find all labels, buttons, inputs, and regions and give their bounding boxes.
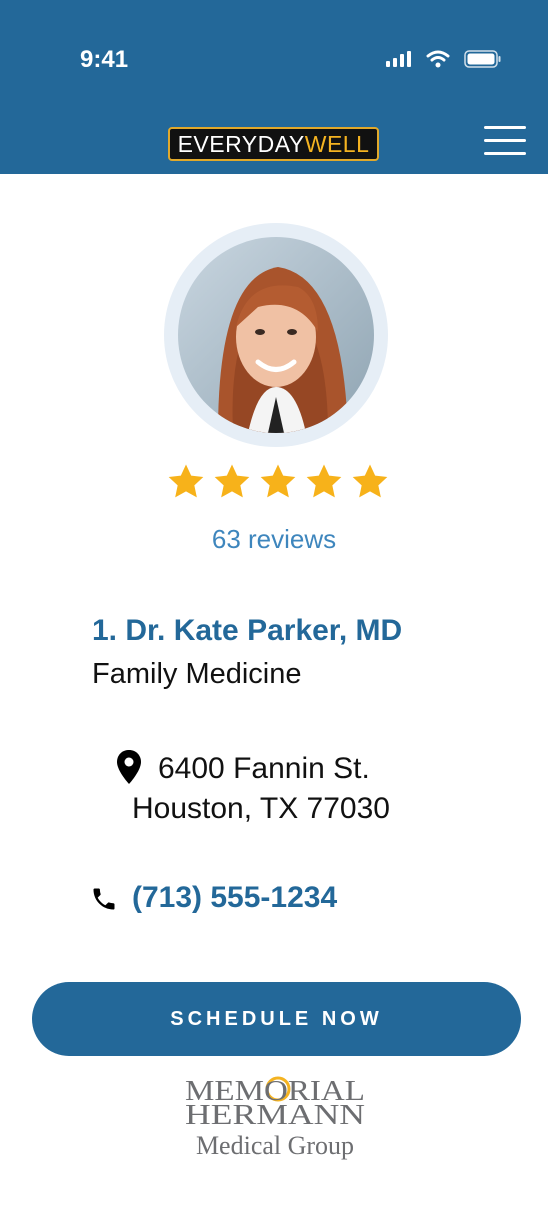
schedule-now-button[interactable]: SCHEDULE NOW bbox=[32, 982, 521, 1056]
everydaywell-logo[interactable]: EVERYDAY WELL bbox=[168, 127, 379, 161]
star-icon bbox=[214, 464, 250, 498]
memorial-hermann-logo: MEMORIAL HERMANN Medical Group bbox=[185, 1075, 365, 1160]
address-line-2: Houston, TX 77030 bbox=[132, 792, 390, 825]
phone-link[interactable]: (713) 555-1234 bbox=[132, 881, 337, 915]
address-line-1: 6400 Fannin St. bbox=[158, 752, 370, 785]
signal-icon bbox=[386, 51, 411, 67]
status-time: 9:41 bbox=[80, 46, 129, 73]
reviews-link[interactable]: 63 reviews bbox=[0, 524, 548, 555]
app-header: 9:41 EVERYDAY WELL bbox=[0, 0, 548, 174]
wifi-icon bbox=[426, 50, 450, 68]
status-icons bbox=[386, 50, 502, 68]
star-rating bbox=[166, 462, 390, 502]
doctor-specialty: Family Medicine bbox=[92, 658, 302, 690]
star-icon bbox=[260, 464, 296, 498]
logo-line-3: Medical Group bbox=[196, 1131, 354, 1160]
hamburger-menu-icon[interactable] bbox=[484, 126, 526, 156]
logo-text-everyday: EVERYDAY bbox=[177, 130, 305, 157]
logo-text-well: WELL bbox=[304, 130, 370, 157]
star-icon bbox=[352, 464, 388, 498]
star-icon bbox=[306, 464, 342, 498]
star-icon bbox=[168, 464, 204, 498]
logo-line-2: HERMANN bbox=[185, 1099, 365, 1131]
location-pin-icon bbox=[117, 750, 141, 784]
doctor-name[interactable]: 1. Dr. Kate Parker, MD bbox=[92, 614, 402, 648]
doctor-avatar bbox=[178, 237, 374, 433]
phone-icon bbox=[93, 888, 115, 910]
battery-icon bbox=[464, 50, 501, 68]
